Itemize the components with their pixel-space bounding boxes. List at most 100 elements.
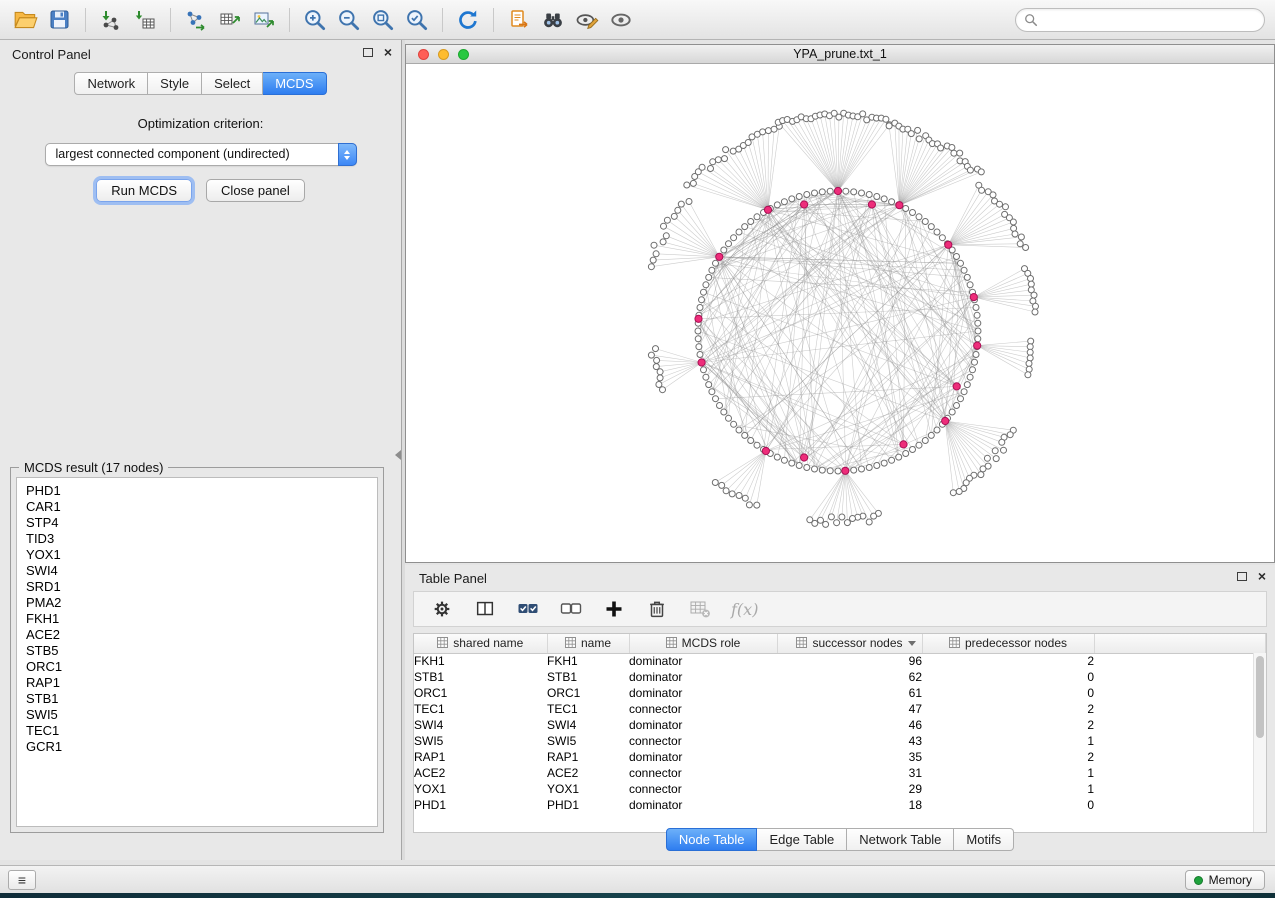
graph-node[interactable]	[695, 328, 701, 334]
float-table-panel-icon[interactable]	[1237, 572, 1247, 581]
table-cell[interactable]: 46	[777, 717, 922, 733]
graph-leaf-node[interactable]	[938, 145, 944, 151]
table-row[interactable]: PHD1PHD1dominator180	[414, 797, 1266, 813]
table-row[interactable]: TEC1TEC1connector472	[414, 701, 1266, 717]
table-row[interactable]: STB1STB1dominator620	[414, 669, 1266, 685]
graph-hub-node[interactable]	[953, 383, 960, 390]
table-row[interactable]: YOX1YOX1connector291	[414, 781, 1266, 797]
zoom-out-button[interactable]	[333, 4, 365, 36]
graph-leaf-node[interactable]	[866, 519, 872, 525]
table-cell[interactable]: 2	[922, 701, 1094, 717]
graph-node[interactable]	[819, 189, 825, 195]
graph-leaf-node[interactable]	[951, 150, 957, 156]
graph-leaf-node[interactable]	[1031, 292, 1037, 298]
graph-node[interactable]	[774, 202, 780, 208]
mcds-result-item[interactable]: PHD1	[26, 483, 377, 499]
graph-node[interactable]	[851, 467, 857, 473]
graph-node[interactable]	[859, 466, 865, 472]
graph-leaf-node[interactable]	[661, 223, 667, 229]
graph-node[interactable]	[881, 460, 887, 466]
table-cell[interactable]: RAP1	[547, 749, 629, 765]
graph-node[interactable]	[736, 229, 742, 235]
graph-node[interactable]	[964, 274, 970, 280]
graph-node[interactable]	[859, 190, 865, 196]
table-cell[interactable]: 61	[777, 685, 922, 701]
graph-node[interactable]	[827, 468, 833, 474]
graph-hub-node[interactable]	[945, 241, 952, 248]
graph-node[interactable]	[903, 451, 909, 457]
graph-node[interactable]	[916, 442, 922, 448]
graph-node[interactable]	[697, 352, 703, 358]
scrollbar-thumb[interactable]	[1256, 656, 1264, 738]
share-document-button[interactable]	[503, 4, 535, 36]
table-row[interactable]: SWI4SWI4dominator462	[414, 717, 1266, 733]
graph-node[interactable]	[949, 409, 955, 415]
graph-leaf-node[interactable]	[1001, 447, 1007, 453]
graph-leaf-node[interactable]	[1025, 372, 1031, 378]
show-columns-button[interactable]	[473, 597, 497, 621]
graph-node[interactable]	[866, 465, 872, 471]
table-cell[interactable]: 62	[777, 669, 922, 685]
mcds-result-item[interactable]: TID3	[26, 531, 377, 547]
graph-leaf-node[interactable]	[999, 439, 1005, 445]
graph-leaf-node[interactable]	[908, 131, 914, 137]
graph-leaf-node[interactable]	[653, 346, 659, 352]
table-cell[interactable]: PHD1	[414, 797, 547, 813]
graph-leaf-node[interactable]	[712, 480, 718, 486]
table-cell[interactable]: 35	[777, 749, 922, 765]
mcds-result-item[interactable]: GCR1	[26, 739, 377, 755]
graph-node[interactable]	[881, 196, 887, 202]
column-header-shared-name[interactable]: shared name	[414, 634, 547, 653]
graph-leaf-node[interactable]	[978, 472, 984, 478]
graph-hub-node[interactable]	[834, 187, 841, 194]
graph-node[interactable]	[789, 196, 795, 202]
table-cell[interactable]: TEC1	[547, 701, 629, 717]
table-cell[interactable]: SWI5	[414, 733, 547, 749]
table-cell[interactable]: 18	[777, 797, 922, 813]
table-row[interactable]: SWI5SWI5connector431	[414, 733, 1266, 749]
graph-leaf-node[interactable]	[650, 257, 656, 263]
close-window-icon[interactable]	[418, 49, 429, 60]
graph-leaf-node[interactable]	[963, 480, 969, 486]
graph-node[interactable]	[970, 367, 976, 373]
graph-hub-node[interactable]	[970, 294, 977, 301]
graph-leaf-node[interactable]	[967, 167, 973, 173]
table-scrollbar[interactable]	[1253, 653, 1266, 832]
refresh-button[interactable]	[452, 4, 484, 36]
graph-node[interactable]	[954, 254, 960, 260]
export-image-button[interactable]	[248, 4, 280, 36]
graph-node[interactable]	[706, 274, 712, 280]
graph-leaf-node[interactable]	[883, 116, 889, 122]
table-cell[interactable]: YOX1	[414, 781, 547, 797]
table-cell[interactable]: STB1	[414, 669, 547, 685]
mcds-result-item[interactable]: YOX1	[26, 547, 377, 563]
table-cell[interactable]: PHD1	[547, 797, 629, 813]
table-cell[interactable]: dominator	[629, 653, 777, 669]
graph-leaf-node[interactable]	[656, 382, 662, 388]
mcds-result-item[interactable]: STB1	[26, 691, 377, 707]
graph-hub-node[interactable]	[801, 454, 808, 461]
tab-mcds[interactable]: MCDS	[263, 72, 326, 95]
tab-network[interactable]: Network	[74, 72, 148, 95]
graph-leaf-node[interactable]	[723, 488, 729, 494]
open-folder-button[interactable]	[10, 4, 42, 36]
table-cell[interactable]: 43	[777, 733, 922, 749]
graph-node[interactable]	[706, 382, 712, 388]
graph-node[interactable]	[961, 267, 967, 273]
graph-leaf-node[interactable]	[828, 514, 834, 520]
mcds-result-item[interactable]: STB5	[26, 643, 377, 659]
graph-leaf-node[interactable]	[660, 239, 666, 245]
graph-leaf-node[interactable]	[1027, 349, 1033, 355]
graph-leaf-node[interactable]	[686, 199, 692, 205]
zoom-fit-button[interactable]	[367, 4, 399, 36]
table-cell[interactable]: YOX1	[547, 781, 629, 797]
graph-node[interactable]	[701, 367, 707, 373]
tab-select[interactable]: Select	[202, 72, 263, 95]
export-table-button[interactable]	[214, 4, 246, 36]
graph-node[interactable]	[910, 447, 916, 453]
minimize-window-icon[interactable]	[438, 49, 449, 60]
graph-leaf-node[interactable]	[850, 516, 856, 522]
graph-node[interactable]	[695, 336, 701, 342]
graph-leaf-node[interactable]	[654, 357, 660, 363]
graph-leaf-node[interactable]	[992, 448, 998, 454]
